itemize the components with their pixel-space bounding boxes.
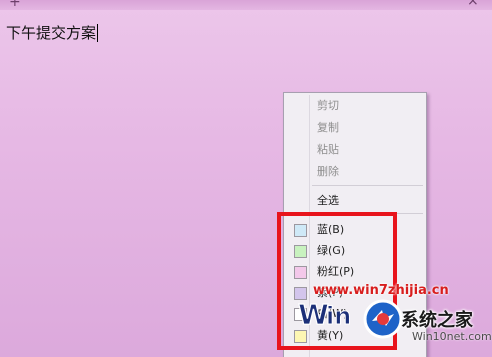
close-icon[interactable]: × (467, 0, 479, 8)
menu-item-label: 黄(Y) (317, 329, 344, 342)
note-text: 下午提交方案 (6, 24, 97, 42)
menu-item-label: 绿(G) (317, 244, 346, 257)
sticky-note[interactable]: + × 下午提交方案 剪切 复制 粘贴 删除 全选 蓝(B) 绿(G) 粉红(P… (0, 0, 492, 357)
menu-item-label: 蓝(B) (317, 223, 345, 236)
menu-item-select-all[interactable]: 全选 (286, 191, 424, 210)
menu-item-copy[interactable]: 复制 (286, 118, 424, 137)
svg-text:in: in (326, 302, 351, 328)
menu-item-label: 删除 (317, 165, 339, 178)
menu-item-label: 全选 (317, 194, 339, 207)
menu-separator (312, 213, 423, 214)
note-text-area[interactable]: 下午提交方案 (6, 24, 99, 42)
note-titlebar: + × (0, 0, 492, 10)
menu-item-label: 剪切 (317, 99, 339, 112)
menu-item-label: 粉红(P) (317, 265, 355, 278)
menu-item-label: 复制 (317, 121, 339, 134)
color-swatch-green (294, 245, 307, 258)
plus-icon[interactable]: + (9, 0, 21, 9)
menu-item-cut[interactable]: 剪切 (286, 96, 424, 115)
color-swatch-pink (294, 266, 307, 279)
menu-item-label: 粘贴 (317, 143, 339, 156)
menu-item-color-blue[interactable]: 蓝(B) (286, 220, 424, 239)
menu-item-color-pink[interactable]: 粉红(P) (286, 262, 424, 281)
menu-item-delete[interactable]: 删除 (286, 162, 424, 181)
watermark-brand: 系统之家 (401, 310, 473, 331)
color-swatch-blue (294, 224, 307, 237)
text-caret (97, 24, 99, 42)
menu-item-color-green[interactable]: 绿(G) (286, 241, 424, 260)
gear-logo-icon (363, 299, 403, 339)
menu-separator (312, 185, 423, 186)
color-swatch-yellow (294, 330, 307, 343)
menu-item-paste[interactable]: 粘贴 (286, 140, 424, 159)
watermark-domain: Win10net.com (412, 330, 492, 343)
svg-text:W: W (298, 298, 329, 328)
